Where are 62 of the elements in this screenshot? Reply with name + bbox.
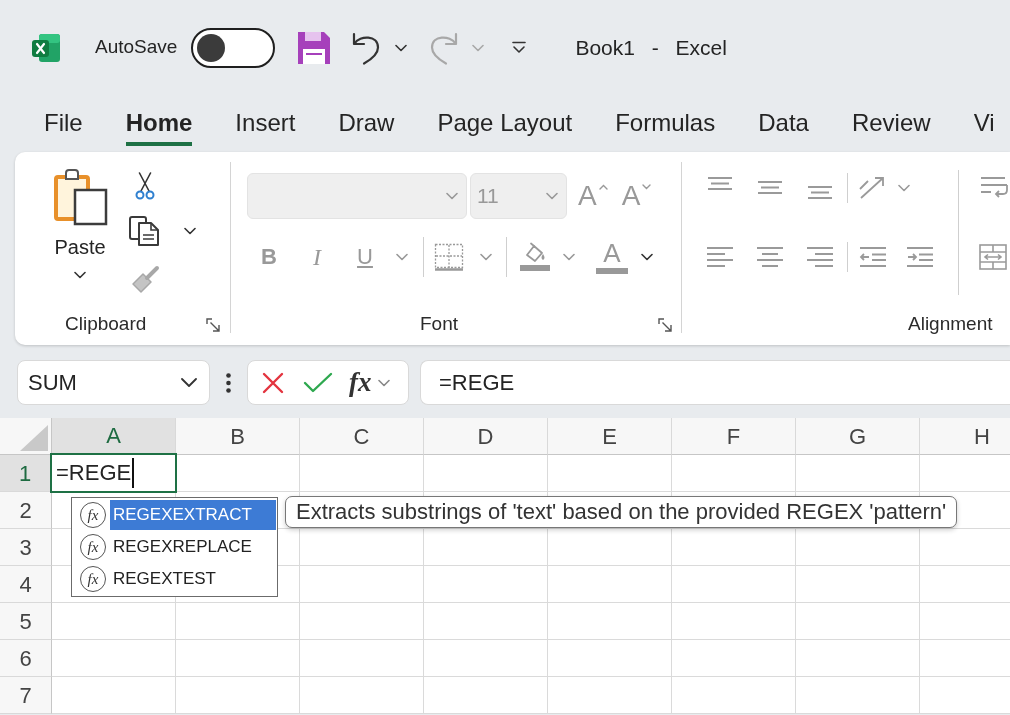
caret-icon[interactable] — [74, 271, 86, 279]
save-icon[interactable] — [297, 30, 332, 65]
column-header[interactable]: B — [176, 418, 300, 455]
autocomplete-item[interactable]: REGEXREPLACE — [110, 532, 276, 562]
caret-icon — [642, 184, 652, 190]
autocomplete-item[interactable]: REGEXTEST — [110, 564, 276, 594]
color-bar-icon — [596, 268, 628, 274]
paste-button[interactable]: Paste — [45, 162, 115, 279]
spreadsheet-logo-icon[interactable] — [31, 32, 61, 63]
caret-icon[interactable] — [181, 378, 197, 387]
row-header[interactable]: 1 — [0, 455, 52, 492]
undo-icon[interactable] — [351, 30, 382, 65]
group-label: Clipboard — [65, 312, 147, 337]
function-tooltip: Extracts substrings of 'text' based on the provided REGEX 'pattern' — [285, 496, 958, 529]
group-label: Alignment — [908, 312, 993, 337]
active-cell[interactable]: =REGE — [50, 453, 177, 493]
column-header[interactable]: G — [796, 418, 920, 455]
insert-function-button[interactable]: fx — [349, 369, 390, 396]
autocomplete-item[interactable]: REGEXEXTRACT — [110, 500, 276, 530]
copy-icon[interactable] — [128, 215, 160, 247]
row-header[interactable]: 5 — [0, 603, 52, 640]
ribbon-tab[interactable]: Home — [125, 106, 193, 146]
drag-handle-icon[interactable] — [226, 372, 231, 393]
scissors-icon[interactable] — [135, 172, 155, 200]
row-header[interactable]: 7 — [0, 677, 52, 714]
ribbon-tab[interactable]: Page Layout — [437, 106, 573, 146]
group-label: Font — [420, 312, 459, 337]
ribbon-tab[interactable]: Draw — [338, 106, 395, 146]
select-all-icon[interactable] — [20, 425, 48, 451]
paste-icon — [52, 168, 108, 226]
row-header[interactable]: 6 — [0, 640, 52, 677]
dialog-launcher-icon[interactable] — [658, 317, 672, 332]
caret-icon[interactable] — [395, 43, 408, 52]
caret-icon[interactable] — [184, 227, 196, 235]
column-header[interactable]: C — [300, 418, 424, 455]
row-header[interactable]: 2 — [0, 492, 52, 529]
window-title: Book1 - Excel — [575, 34, 727, 61]
check-icon[interactable] — [303, 371, 333, 394]
column-header[interactable]: A — [52, 418, 176, 455]
ribbon-tab[interactable]: Review — [851, 106, 931, 146]
ribbon-tab[interactable]: Insert — [235, 106, 296, 146]
close-icon[interactable] — [261, 370, 285, 395]
ribbon-tab[interactable]: File — [44, 106, 83, 146]
customize-menu-icon[interactable] — [512, 41, 527, 54]
row-header[interactable]: 3 — [0, 529, 52, 566]
ribbon-tab[interactable]: Vi — [973, 106, 995, 146]
dialog-launcher-icon[interactable] — [206, 317, 220, 332]
name-box[interactable]: SUM — [17, 360, 210, 405]
column-header[interactable]: E — [548, 418, 672, 455]
column-header[interactable]: H — [920, 418, 1010, 455]
formula-input[interactable]: =REGE — [420, 360, 1010, 405]
caret-up-icon — [598, 184, 608, 190]
row-header[interactable]: 4 — [0, 566, 52, 603]
autosave-label: AutoSave — [95, 35, 178, 60]
paintbrush-icon[interactable] — [130, 265, 160, 295]
ribbon-tab[interactable]: Formulas — [615, 106, 716, 146]
column-header[interactable]: D — [424, 418, 548, 455]
column-header[interactable]: F — [672, 418, 796, 455]
ribbon-tab[interactable]: Data — [758, 106, 809, 146]
redo-icon[interactable] — [429, 30, 460, 65]
caret-icon[interactable] — [641, 253, 653, 261]
autosave-toggle[interactable] — [191, 27, 276, 68]
